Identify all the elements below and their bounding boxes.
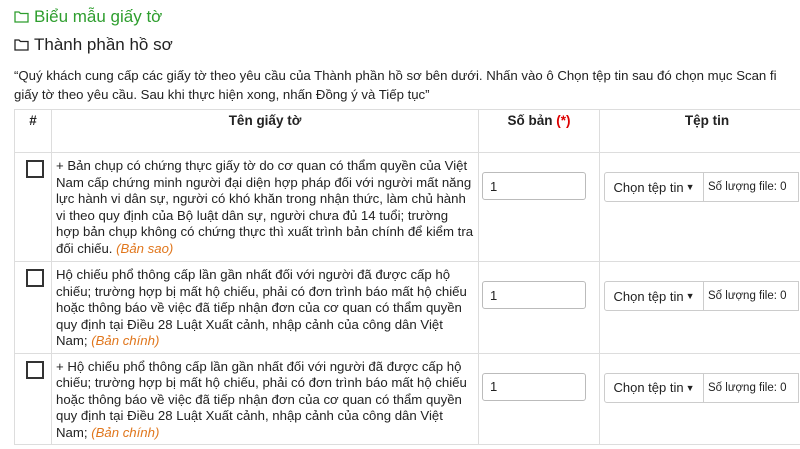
row-checkbox[interactable] [26,269,44,287]
file-count: Số lượng file: 0 [704,172,799,202]
instruction-line-1: “Quý khách cung cấp các giấy tờ theo yêu… [14,68,777,83]
header-copies-label: Số bản [507,113,553,128]
copies-input[interactable] [482,172,586,200]
document-kind: (Bản chính) [91,424,160,440]
choose-file-button[interactable]: Chọn tệp tin ▼ [604,281,704,311]
dossier-section-title: Thành phần hồ sơ [34,35,173,54]
file-count: Số lượng file: 0 [704,372,799,403]
table-row: + Bản chụp có chứng thực giấy tờ do cơ q… [14,152,800,262]
choose-file-label: Chọn tệp tin [613,380,684,395]
choose-file-label: Chọn tệp tin [613,288,684,304]
header-document-name: Tên giấy tờ [51,109,479,153]
instruction-line-2: giấy tờ theo yêu cầu. Sau khi thực hiện … [14,87,430,102]
copies-input[interactable] [482,281,586,309]
choose-file-label: Chọn tệp tin [613,179,684,195]
caret-down-icon: ▼ [685,291,695,301]
header-file: Tệp tin [599,109,800,153]
documents-table: # Tên giấy tờ Số bản (*) Tệp tin + Bản c… [14,109,800,445]
table-header-row: # Tên giấy tờ Số bản (*) Tệp tin [14,109,800,153]
choose-file-button[interactable]: Chọn tệp tin ▼ [604,172,704,202]
document-description: + Hộ chiếu phổ thông cấp lần gần nhất đố… [52,354,478,445]
choose-file-button[interactable]: Chọn tệp tin ▼ [604,372,704,403]
folder-open-icon [14,39,29,51]
instruction-note: “Quý khách cung cấp các giấy tờ theo yêu… [14,66,800,104]
copies-input[interactable] [482,372,586,401]
header-index: # [14,109,52,153]
forms-section-link[interactable]: Biểu mẫu giấy tờ [14,7,162,27]
document-kind: (Bản chính) [91,333,160,348]
table-row: Hộ chiếu phổ thông cấp lần gần nhất đối … [14,261,800,354]
row-checkbox[interactable] [26,160,44,178]
file-count: Số lượng file: 0 [704,281,799,311]
document-kind: (Bản sao) [116,240,174,256]
document-description: + Bản chụp có chứng thực giấy tờ do cơ q… [52,153,478,260]
forms-section-title: Biểu mẫu giấy tờ [34,7,163,26]
caret-down-icon: ▼ [685,382,695,393]
required-marker: (*) [556,113,571,128]
caret-down-icon: ▼ [685,182,695,192]
header-copies: Số bản (*) [478,109,600,153]
row-checkbox[interactable] [26,360,44,379]
document-description: Hộ chiếu phổ thông cấp lần gần nhất đối … [52,262,478,353]
table-row: + Hộ chiếu phổ thông cấp lần gần nhất đố… [14,352,800,445]
folder-open-icon [14,11,29,23]
dossier-section-heading: Thành phần hồ sơ [14,35,173,55]
